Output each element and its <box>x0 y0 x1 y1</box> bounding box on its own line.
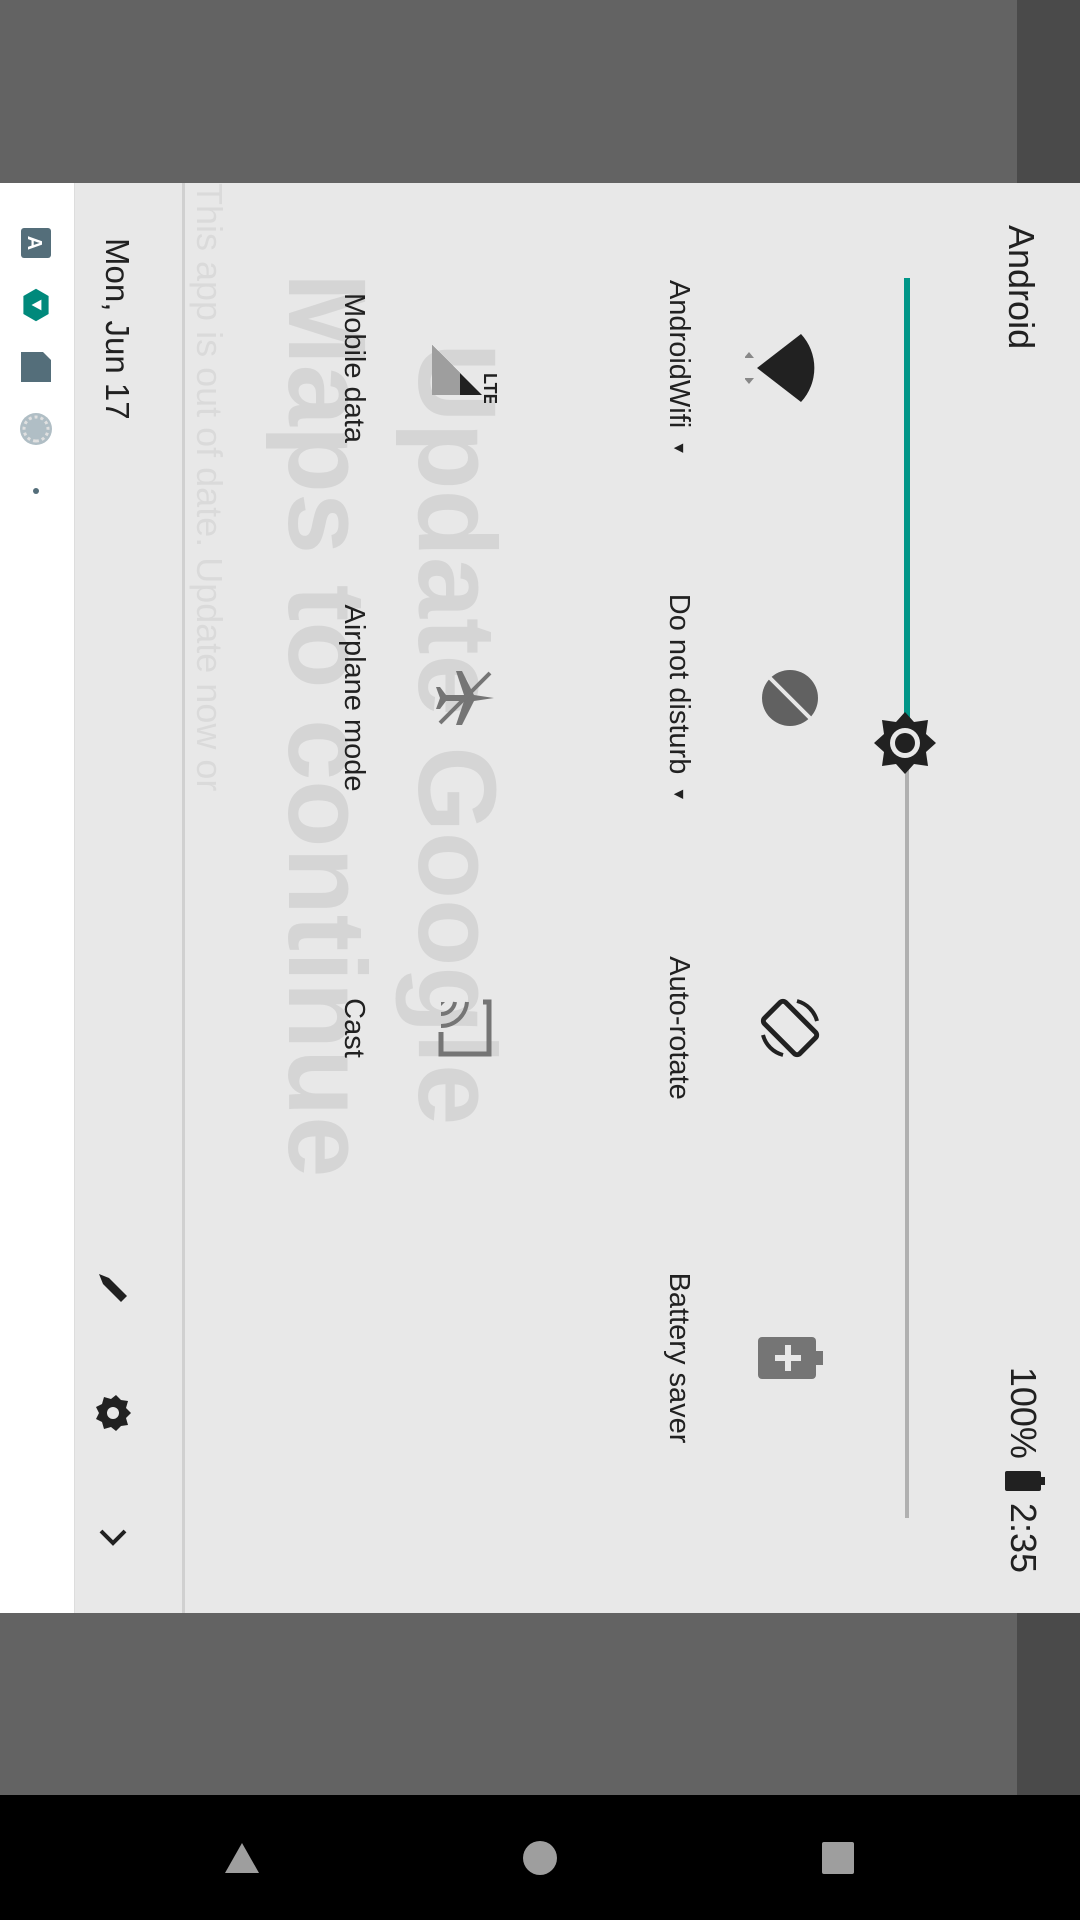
tile-airplane[interactable]: Airplane mode <box>180 533 510 863</box>
play-icon <box>18 287 54 323</box>
header-title: Android <box>1001 225 1042 350</box>
wifi-icon <box>745 323 835 413</box>
panel-header: Android 100% 2:35 <box>960 183 1080 1613</box>
loading-icon <box>18 411 54 447</box>
pencil-icon <box>99 1274 127 1302</box>
cast-icon <box>420 983 510 1073</box>
tile-wifi-label: AndroidWifi▼ <box>663 279 695 457</box>
tile-auto-rotate-label: Auto-rotate <box>663 956 695 1100</box>
quick-settings-panel: Update Google Maps to continue This app … <box>0 183 1080 1613</box>
expand-button[interactable] <box>78 1503 148 1573</box>
brightness-fill <box>904 278 910 743</box>
more-dot-icon <box>18 473 54 509</box>
lte-badge: LTE <box>480 373 500 403</box>
scrim-top[interactable] <box>0 0 1080 183</box>
navigation-bar <box>0 1795 1080 1920</box>
clock: 2:35 <box>1003 1502 1044 1573</box>
tile-battery-saver-label: Battery saver <box>663 1272 695 1444</box>
back-triangle-icon <box>225 1843 259 1873</box>
chevron-down-icon[interactable]: ▼ <box>670 440 687 456</box>
home-button[interactable] <box>505 1823 575 1893</box>
svg-text:A: A <box>23 236 45 250</box>
settings-button[interactable] <box>78 1378 148 1448</box>
auto-rotate-icon <box>745 983 835 1073</box>
battery-icon <box>1005 1470 1041 1491</box>
gear-icon <box>96 1395 131 1431</box>
edit-button[interactable] <box>78 1253 148 1323</box>
tile-cast[interactable]: Cast <box>180 863 510 1193</box>
tile-mobile-data-label: Mobile data <box>338 293 370 443</box>
screen: Update Google Maps to continue This app … <box>0 0 1080 1920</box>
tile-airplane-label: Airplane mode <box>338 604 370 792</box>
tile-battery-saver[interactable]: Battery saver <box>505 1193 835 1523</box>
date: Mon, Jun 17 <box>99 238 136 420</box>
battery-saver-icon <box>745 1313 835 1403</box>
tile-wifi[interactable]: AndroidWifi▼ <box>505 203 835 533</box>
recents-button[interactable] <box>803 1823 873 1893</box>
scrim-bottom[interactable] <box>0 1610 1080 1795</box>
tile-dnd[interactable]: Do not disturb▼ <box>505 533 835 863</box>
airplane-icon <box>420 653 510 743</box>
battery-percent: 100% <box>1003 1366 1044 1459</box>
chevron-down-icon[interactable]: ▼ <box>670 786 687 802</box>
recents-square-icon <box>822 1842 854 1874</box>
home-circle-icon <box>523 1841 557 1875</box>
brightness-icon <box>874 712 936 774</box>
tile-dnd-label: Do not disturb▼ <box>663 593 695 803</box>
app-store-icon: A <box>18 225 54 261</box>
brightness-thumb[interactable] <box>872 710 938 776</box>
dnd-icon <box>745 653 835 743</box>
status-area: 100% 2:35 <box>1002 1367 1044 1573</box>
back-button[interactable] <box>207 1823 277 1893</box>
mobile-data-icon: LTE <box>420 323 510 413</box>
brightness-row <box>860 183 960 1613</box>
chevron-right-icon <box>99 1529 127 1546</box>
tile-mobile-data[interactable]: LTE Mobile data <box>180 203 510 533</box>
tile-cast-label: Cast <box>338 998 370 1058</box>
notification-icons-strip: A <box>0 183 75 1613</box>
sd-card-icon <box>18 349 54 385</box>
tile-auto-rotate[interactable]: Auto-rotate <box>505 863 835 1193</box>
